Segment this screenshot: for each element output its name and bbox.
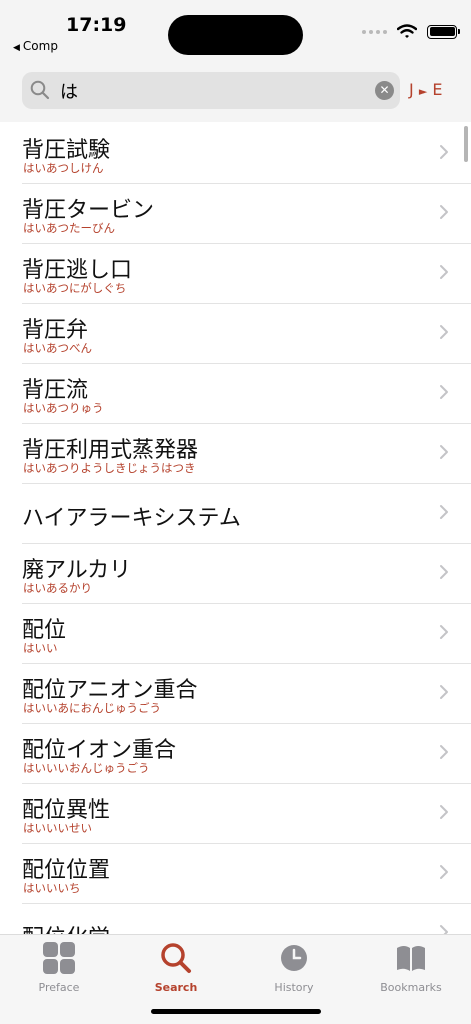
chevron-right-icon: [440, 865, 448, 879]
result-row[interactable]: 背圧逃し口 はいあつにがしぐち: [22, 244, 471, 304]
tab-search[interactable]: Search: [126, 941, 226, 994]
result-reading: はいあるかり: [23, 581, 92, 595]
result-reading: はいいいおんじゅうごう: [23, 761, 150, 775]
chevron-right-icon: [440, 205, 448, 219]
clock-icon: [281, 945, 307, 971]
result-reading: はいあつりようしきじょうはつき: [23, 461, 196, 475]
search-input[interactable]: [60, 76, 360, 105]
result-reading: はいい: [23, 641, 58, 655]
direction-to: E: [432, 80, 443, 99]
result-row[interactable]: ハイアラーキシステム: [22, 484, 471, 544]
result-row[interactable]: 配位イオン重合 はいいいおんじゅうごう: [22, 724, 471, 784]
battery-icon: [427, 24, 460, 39]
result-row[interactable]: 背圧利用式蒸発器 はいあつりようしきじょうはつき: [22, 424, 471, 484]
result-reading: はいあつにがしぐち: [23, 281, 127, 295]
status-icons: [362, 24, 460, 39]
book-icon: [397, 946, 425, 971]
back-to-app-link[interactable]: ◀ Comp: [13, 39, 58, 53]
chevron-right-icon: [440, 685, 448, 699]
result-term: ハイアラーキシステム: [22, 506, 241, 531]
dynamic-island: [168, 15, 303, 55]
result-row[interactable]: 配位位置 はいいいち: [22, 844, 471, 904]
result-row[interactable]: 廃アルカリ はいあるかり: [22, 544, 471, 604]
back-label: Comp: [22, 39, 58, 53]
result-row[interactable]: 背圧タービン はいあつたーびん: [22, 184, 471, 244]
chevron-right-icon: [440, 565, 448, 579]
tab-history-label: History: [274, 981, 314, 994]
chevron-right-icon: [440, 805, 448, 819]
chevron-right-icon: [440, 325, 448, 339]
chevron-right-icon: [440, 385, 448, 399]
tab-bookmarks[interactable]: Bookmarks: [361, 941, 461, 994]
result-row[interactable]: 背圧試験 はいあつしけん: [22, 124, 471, 184]
clear-search-icon[interactable]: ✕: [375, 81, 394, 100]
result-row[interactable]: 背圧流 はいあつりゅう: [22, 364, 471, 424]
chevron-right-icon: [440, 625, 448, 639]
tab-history[interactable]: History: [244, 941, 344, 994]
search-field[interactable]: ✕: [22, 72, 400, 109]
scroll-indicator[interactable]: [464, 126, 468, 162]
chevron-right-icon: [440, 925, 448, 934]
result-reading: はいあつべん: [23, 341, 92, 355]
result-row[interactable]: 配位異性 はいいいせい: [22, 784, 471, 844]
chevron-right-icon: [440, 445, 448, 459]
status-time: 17:19: [66, 14, 127, 36]
chevron-right-icon: [440, 745, 448, 759]
result-reading: はいいいち: [23, 881, 81, 895]
cellular-signal-icon: [362, 29, 387, 34]
tab-bookmarks-label: Bookmarks: [380, 981, 442, 994]
result-term: 配位化学: [22, 920, 110, 934]
direction-arrow-icon: ►: [418, 85, 428, 98]
wifi-icon: [397, 24, 417, 38]
chevron-right-icon: [440, 505, 448, 519]
chevron-right-icon: [440, 265, 448, 279]
result-reading: はいいいせい: [23, 821, 92, 835]
direction-from: J: [409, 80, 414, 99]
tab-preface-label: Preface: [38, 981, 80, 994]
results-list[interactable]: 背圧試験 はいあつしけん 背圧タービン はいあつたーびん 背圧逃し口 はいあつにがしぐち背…: [0, 124, 471, 934]
search-tab-icon: [161, 943, 191, 973]
back-arrow-icon: ◀: [13, 43, 20, 53]
result-row[interactable]: 配位アニオン重合 はいいあにおんじゅうごう: [22, 664, 471, 724]
result-reading: はいいあにおんじゅうごう: [23, 701, 161, 715]
direction-toggle-button[interactable]: J ► E: [409, 80, 442, 99]
chevron-right-icon: [440, 145, 448, 159]
result-row[interactable]: 背圧弁 はいあつべん: [22, 304, 471, 364]
grid-icon: [43, 942, 75, 974]
tab-search-label: Search: [154, 981, 198, 994]
result-row[interactable]: 配位 はいい: [22, 604, 471, 664]
result-reading: はいあつしけん: [23, 161, 104, 175]
tab-preface[interactable]: Preface: [9, 941, 109, 994]
home-indicator: [151, 1009, 321, 1014]
result-row[interactable]: 配位化学: [22, 904, 471, 934]
result-reading: はいあつたーびん: [23, 221, 115, 235]
magnifier-icon: [30, 80, 50, 100]
result-reading: はいあつりゅう: [23, 401, 104, 415]
top-bar: 17:19 ◀Comp ✕ J ► E: [0, 0, 471, 122]
